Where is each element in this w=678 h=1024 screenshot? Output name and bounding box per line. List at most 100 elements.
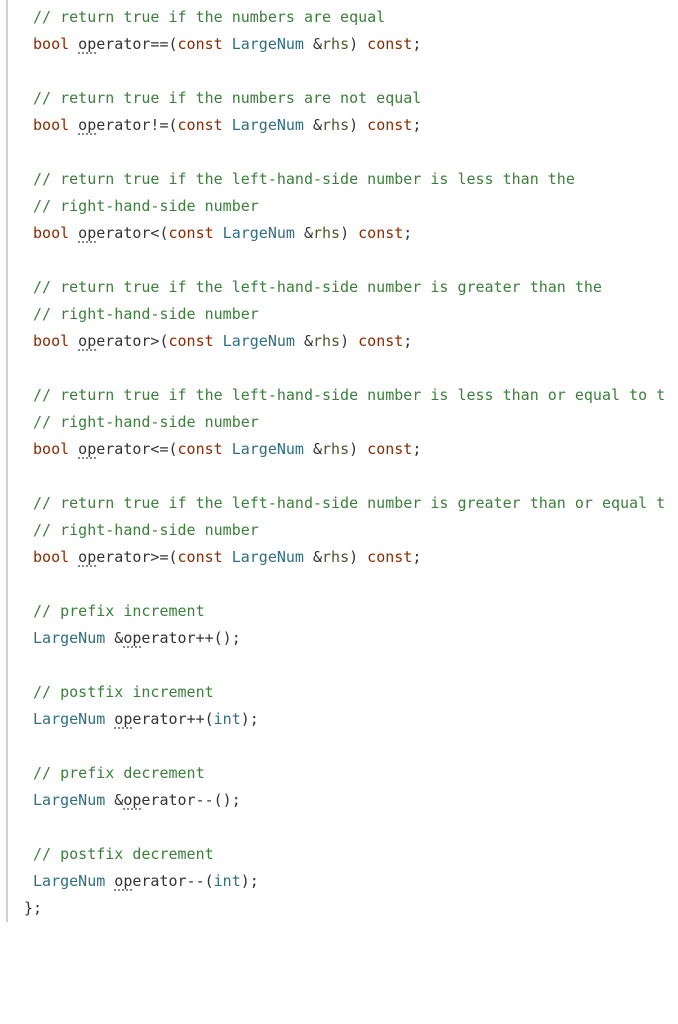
operator-name: erator++ [132,710,204,728]
class-close: }; [24,899,42,917]
semicolon: ; [412,440,421,458]
keyword-const: const [178,440,223,458]
operator-name: erator!= [96,116,168,134]
semicolon: ; [403,224,412,242]
code-line: bool operator>(const LargeNum &rhs) cons… [24,328,678,355]
paren-close: ) [349,440,358,458]
paren-close: ) [349,116,358,134]
type-largenum: LargeNum [33,710,105,728]
semicolon: ; [232,629,241,647]
comment: // right-hand-side number [33,305,259,323]
operator-name: erator-- [132,872,204,890]
keyword-const: const [367,116,412,134]
keyword-bool: bool [33,224,69,242]
lint-warning: op [78,442,96,459]
keyword-bool: bool [33,116,69,134]
code-line: bool operator>=(const LargeNum &rhs) con… [24,544,678,571]
code-line: // prefix increment [24,598,678,625]
type-largenum: LargeNum [33,629,105,647]
ampersand: & [114,629,123,647]
code-line: // return true if the left-hand-side num… [24,382,678,409]
param-rhs: rhs [313,332,340,350]
code-line: // postfix increment [24,679,678,706]
semicolon: ; [412,548,421,566]
paren-open: ( [205,710,214,728]
type-largenum: LargeNum [223,224,295,242]
semicolon: ; [232,791,241,809]
param-rhs: rhs [313,224,340,242]
comment: // return true if the numbers are equal [33,8,385,26]
operator-name: erator> [96,332,159,350]
code-line: bool operator<=(const LargeNum &rhs) con… [24,436,678,463]
semicolon: ; [250,710,259,728]
comment: // postfix decrement [33,845,214,863]
code-line: // right-hand-side number [24,517,678,544]
code-line: LargeNum &operator--(); [24,787,678,814]
lint-warning: op [78,550,96,567]
keyword-bool: bool [33,440,69,458]
paren-close: ) [340,332,349,350]
code-line: // return true if the left-hand-side num… [24,490,678,517]
comment: // right-hand-side number [33,197,259,215]
keyword-bool: bool [33,35,69,53]
ampersand: & [114,791,123,809]
comment: // postfix increment [33,683,214,701]
param-rhs: rhs [322,35,349,53]
paren-close: ) [340,224,349,242]
ampersand: & [313,116,322,134]
code-line: // return true if the left-hand-side num… [24,166,678,193]
comment: // return true if the left-hand-side num… [33,386,665,404]
paren-open: ( [168,116,177,134]
paren-close: ) [241,710,250,728]
blank-line [24,733,678,760]
blank-line [24,571,678,598]
lint-warning: op [78,226,96,243]
paren-open: ( [214,791,223,809]
code-line: bool operator<(const LargeNum &rhs) cons… [24,220,678,247]
code-line: // return true if the numbers are not eq… [24,85,678,112]
comment: // right-hand-side number [33,521,259,539]
semicolon: ; [403,332,412,350]
code-line: bool operator!=(const LargeNum &rhs) con… [24,112,678,139]
ampersand: & [304,332,313,350]
code-line: LargeNum operator--(int); [24,868,678,895]
param-rhs: rhs [322,116,349,134]
type-largenum: LargeNum [33,872,105,890]
ampersand: & [313,440,322,458]
param-rhs: rhs [322,548,349,566]
param-rhs: rhs [322,440,349,458]
operator-name: erator< [96,224,159,242]
comment: // prefix decrement [33,764,205,782]
keyword-const: const [178,548,223,566]
keyword-const: const [178,116,223,134]
lint-warning: op [78,334,96,351]
lint-warning: op [78,118,96,135]
lint-warning: op [123,631,141,648]
paren-open: ( [214,629,223,647]
type-int: int [214,872,241,890]
code-line: // right-hand-side number [24,409,678,436]
keyword-const: const [358,332,403,350]
code-line: // return true if the numbers are equal [24,4,678,31]
code-line: // right-hand-side number [24,193,678,220]
ampersand: & [313,548,322,566]
paren-open: ( [168,440,177,458]
keyword-const: const [367,35,412,53]
keyword-const: const [168,224,213,242]
code-line: // prefix decrement [24,760,678,787]
blank-line [24,463,678,490]
operator-name: erator>= [96,548,168,566]
comment: // return true if the left-hand-side num… [33,494,665,512]
keyword-bool: bool [33,332,69,350]
comment: // return true if the numbers are not eq… [33,89,421,107]
ampersand: & [304,224,313,242]
type-int: int [214,710,241,728]
code-line: // return true if the left-hand-side num… [24,274,678,301]
type-largenum: LargeNum [223,332,295,350]
keyword-const: const [367,440,412,458]
keyword-const: const [367,548,412,566]
type-largenum: LargeNum [232,548,304,566]
blank-line [24,58,678,85]
keyword-const: const [178,35,223,53]
keyword-const: const [358,224,403,242]
